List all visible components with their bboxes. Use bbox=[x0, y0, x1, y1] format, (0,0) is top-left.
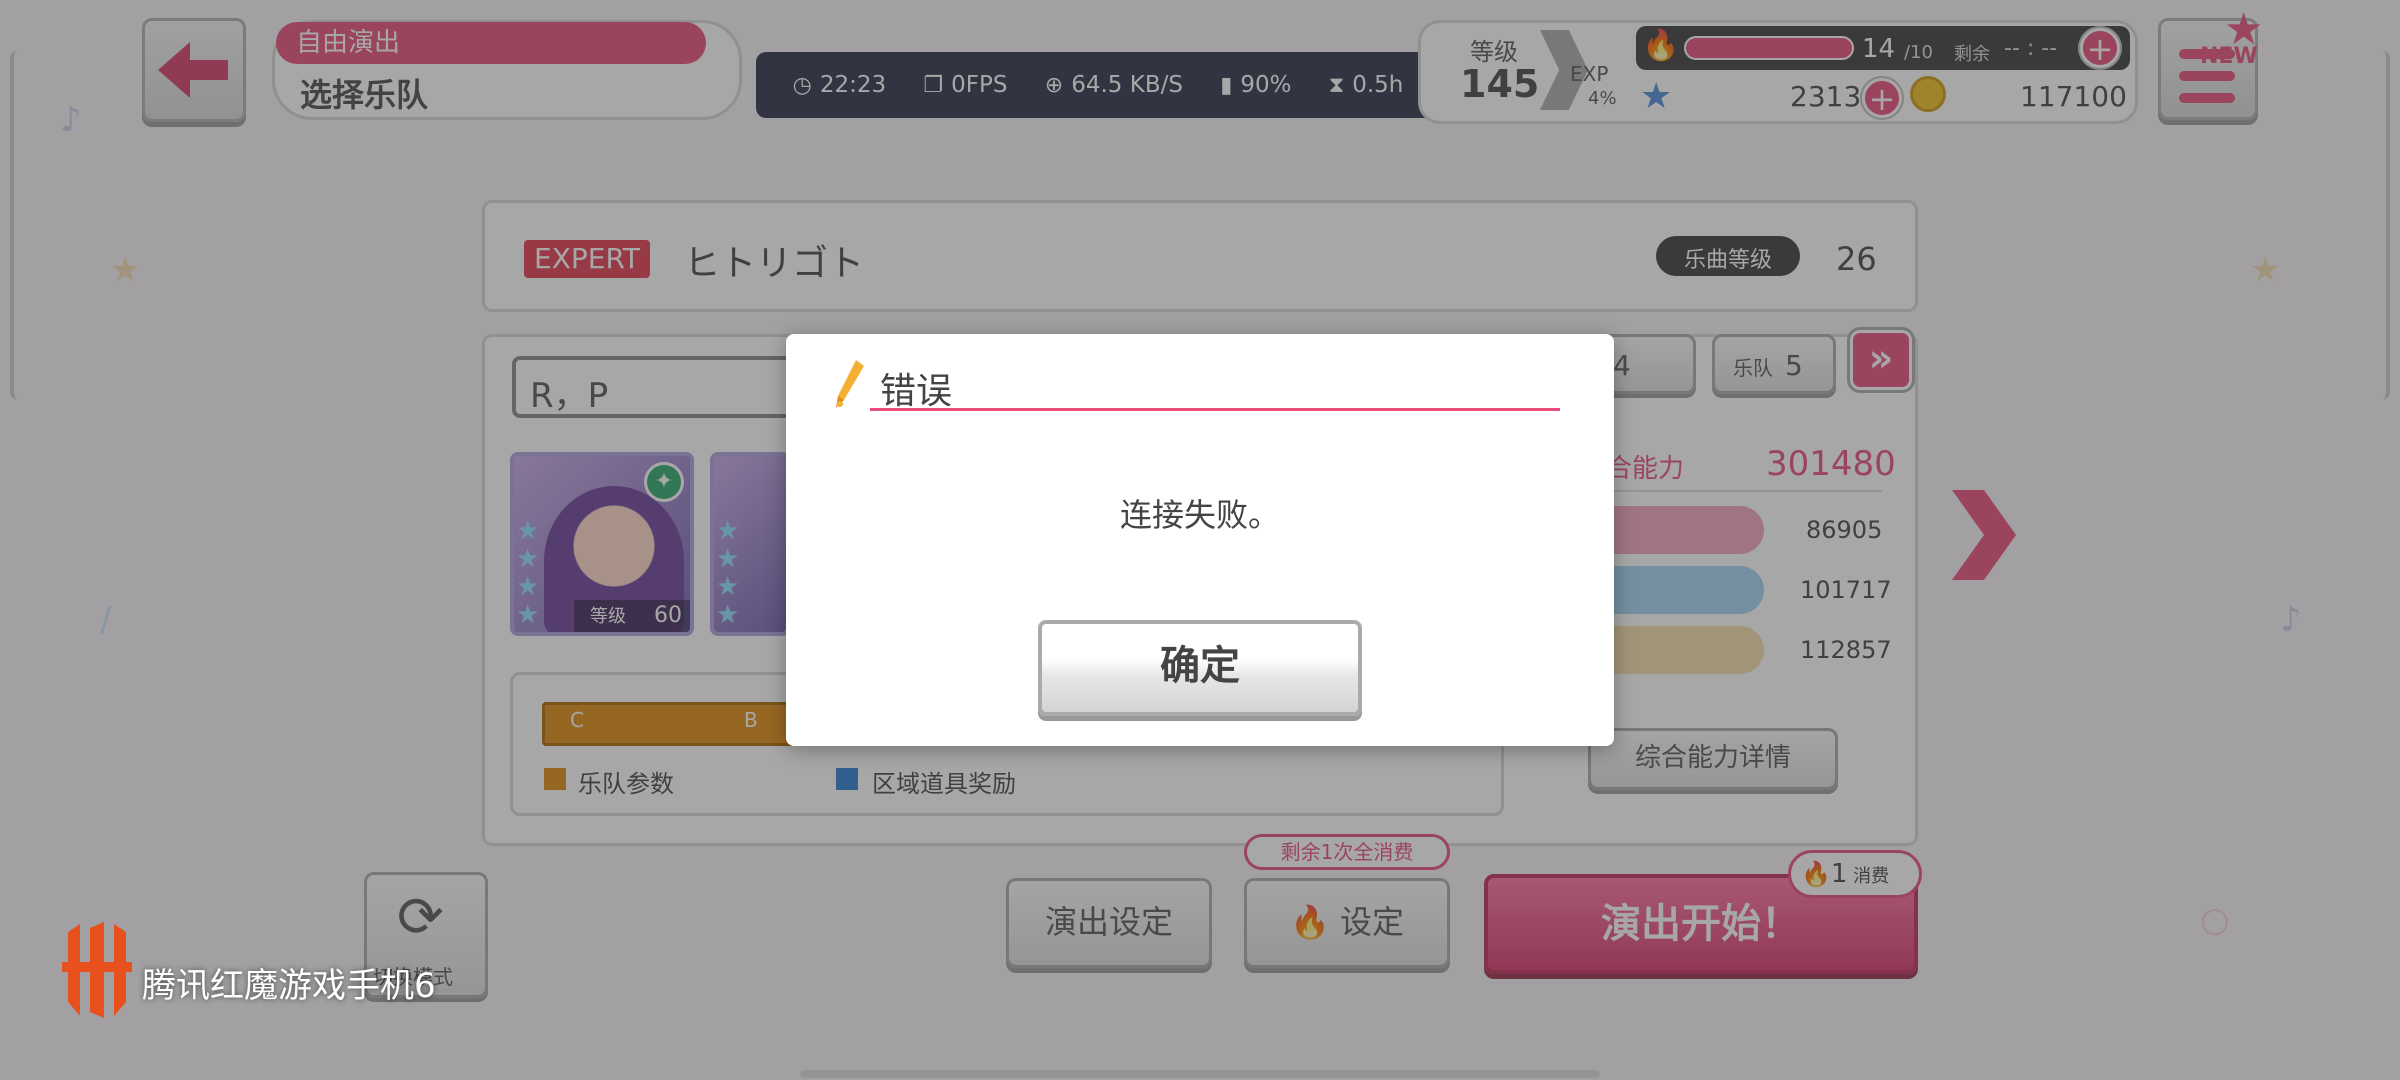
dialog-message: 连接失败。 bbox=[1119, 496, 1280, 534]
dialog-title-underline bbox=[870, 408, 1560, 411]
confirm-button[interactable]: 确定 bbox=[1038, 620, 1362, 716]
device-watermark: 腾讯红魔游戏手机6 bbox=[142, 966, 436, 1006]
pen-icon bbox=[836, 360, 864, 408]
redmagic-logo bbox=[62, 922, 132, 1018]
dialog-title: 错误 bbox=[880, 371, 953, 412]
